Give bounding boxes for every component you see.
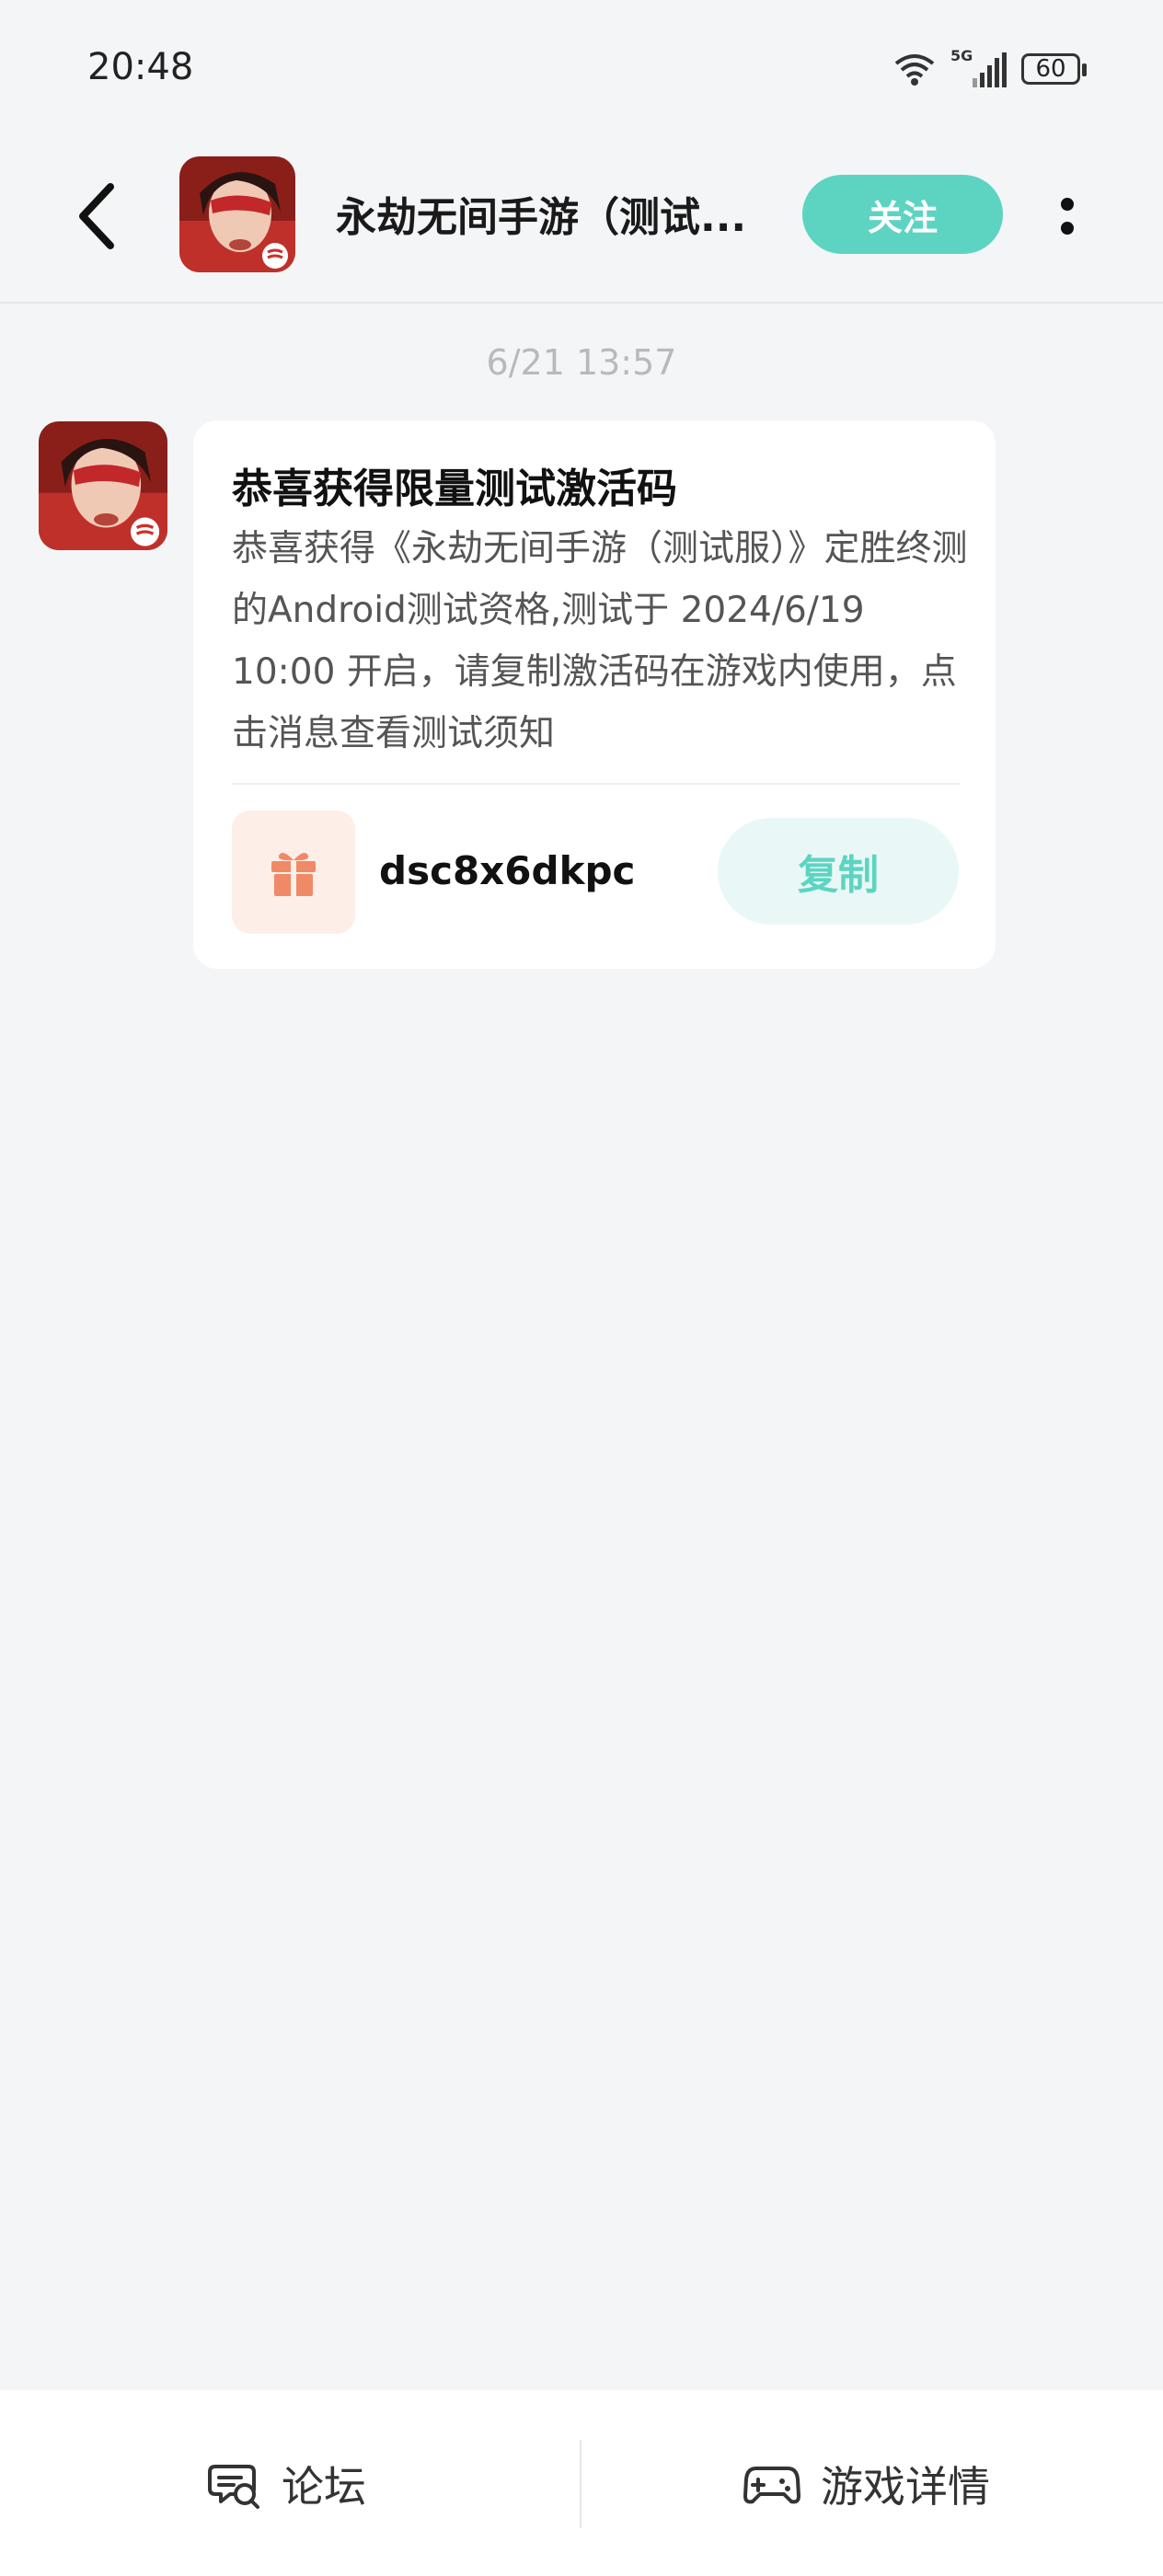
status-bar: 20:48 5G 60 bbox=[0, 0, 1163, 138]
follow-button[interactable]: 关注 bbox=[802, 175, 1003, 254]
battery-icon: 60 bbox=[1021, 53, 1087, 85]
cellular-signal-icon: 5G bbox=[950, 47, 1007, 87]
message-divider bbox=[232, 783, 961, 785]
back-arrow-icon bbox=[79, 183, 114, 249]
wifi-icon bbox=[894, 54, 935, 86]
forum-label: 论坛 bbox=[282, 2462, 366, 2512]
message-timestamp: 6/21 13:57 bbox=[486, 342, 677, 383]
status-icons: 5G 60 bbox=[893, 47, 1087, 90]
message-body: 恭喜获得《永劫无间手游（测试服）》定胜终测的Android测试资格,测试于 20… bbox=[232, 528, 968, 754]
network-type-label: 5G bbox=[950, 47, 973, 64]
bottom-nav: 论坛 游戏详情 bbox=[0, 2390, 1163, 2576]
battery-level: 60 bbox=[1035, 55, 1066, 83]
gamepad-icon bbox=[743, 2467, 800, 2504]
activation-code: dsc8x6dkpc bbox=[379, 848, 636, 893]
message-title: 恭喜获得限量测试激活码 bbox=[232, 466, 677, 512]
bottom-divider bbox=[580, 2440, 582, 2528]
game-details-tab[interactable]: 游戏详情 bbox=[743, 2444, 990, 2524]
more-options-icon[interactable] bbox=[1049, 189, 1086, 244]
copy-button[interactable]: 复制 bbox=[718, 818, 959, 925]
status-time: 20:48 bbox=[87, 46, 194, 88]
forum-tab[interactable]: 论坛 bbox=[208, 2444, 366, 2524]
game-details-label: 游戏详情 bbox=[821, 2462, 990, 2512]
forum-chat-icon bbox=[208, 2465, 259, 2509]
page-title: 永劫无间手游（测试... bbox=[336, 194, 747, 241]
sender-avatar-icon[interactable] bbox=[39, 421, 167, 550]
gift-icon bbox=[232, 811, 355, 934]
game-avatar-icon[interactable] bbox=[179, 156, 295, 272]
chat-header: 永劫无间手游（测试... 关注 bbox=[0, 138, 1163, 304]
back-button[interactable] bbox=[64, 175, 129, 258]
message-card[interactable]: 恭喜获得限量测试激活码 恭喜获得《永劫无间手游（测试服）》定胜终测的Androi… bbox=[193, 420, 996, 969]
